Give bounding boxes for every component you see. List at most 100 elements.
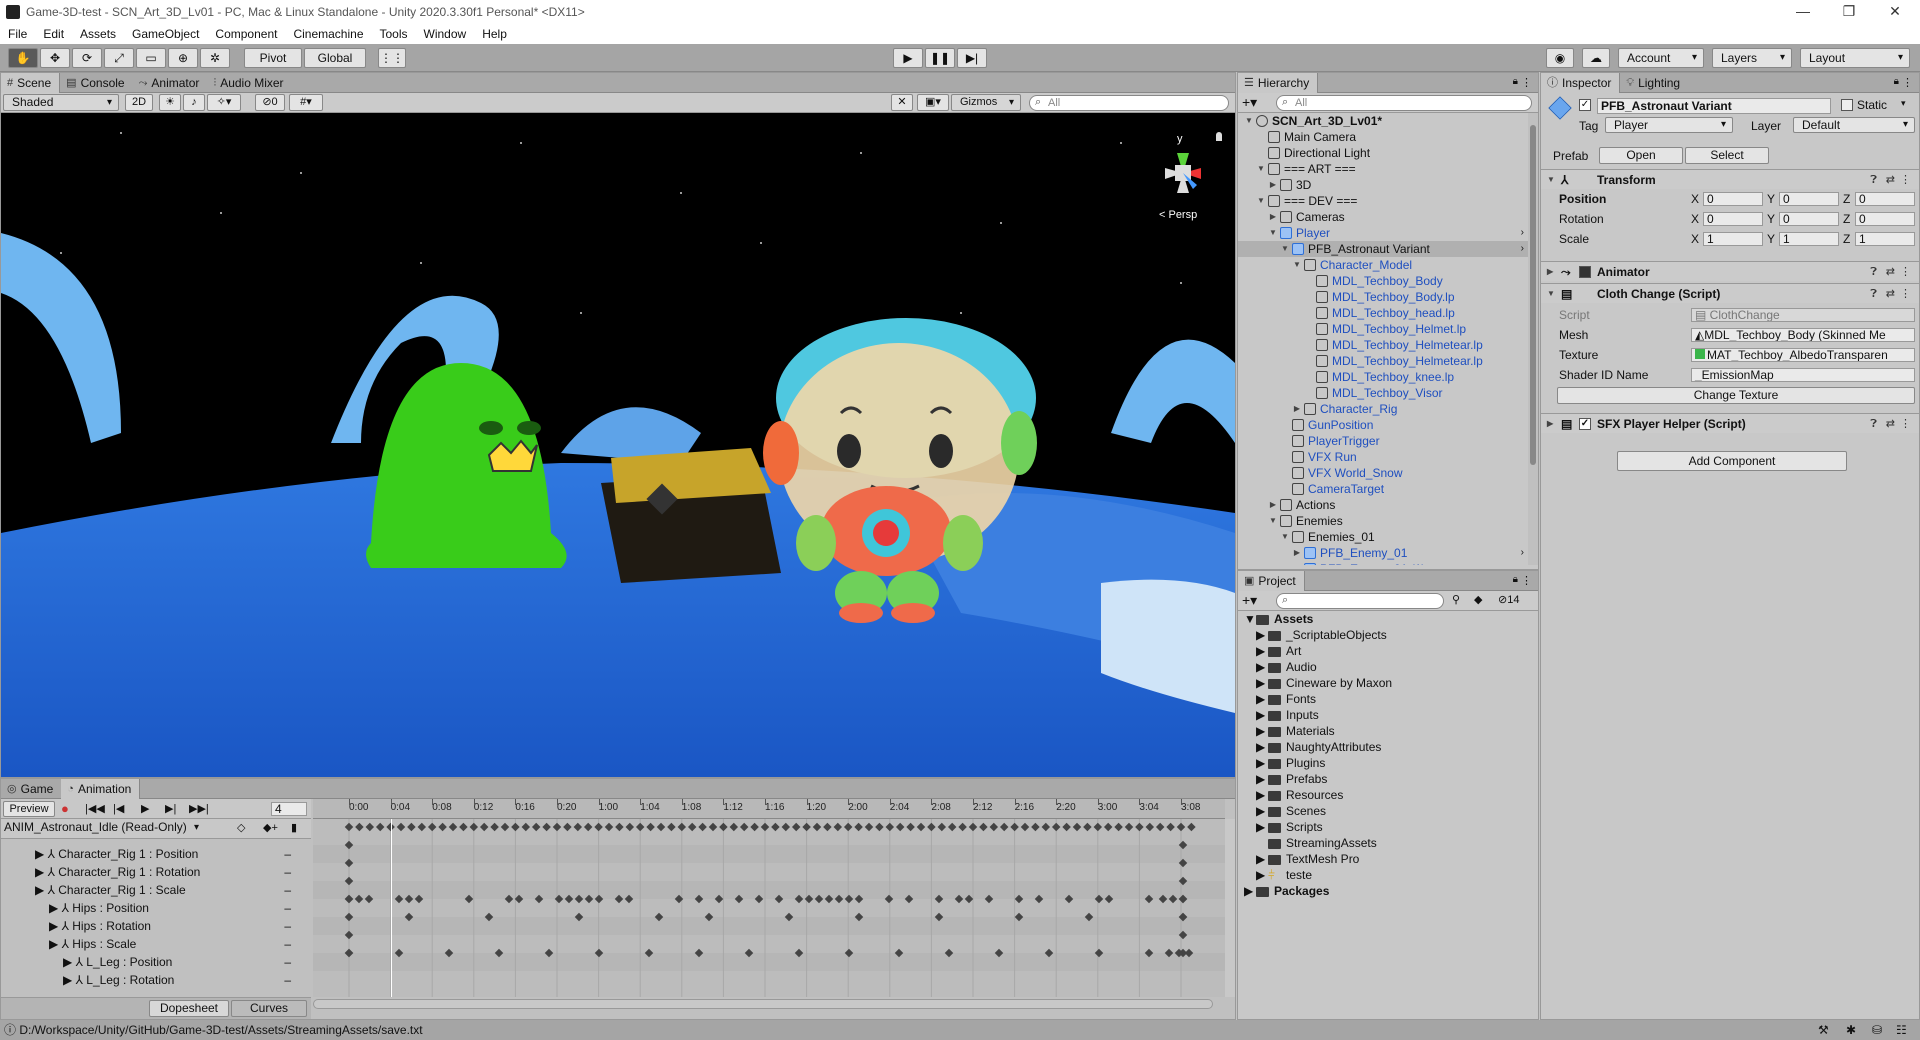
expand-arrow-icon[interactable]: ▶	[1256, 741, 1265, 754]
collapse-arrow-icon[interactable]: ▼	[1268, 225, 1278, 241]
tag-dropdown[interactable]: Player	[1605, 117, 1733, 133]
project-folder[interactable]: ▶ _ScriptableObjects	[1238, 629, 1538, 642]
hidden-packages-icon[interactable]: ⊘14	[1498, 593, 1519, 606]
hierarchy-item[interactable]: GunPosition	[1238, 417, 1528, 433]
tab-animator[interactable]: ⤳ Animator	[133, 73, 208, 93]
help-icon[interactable]: ❓︎	[1870, 170, 1877, 190]
project-folder[interactable]: ▶ Resources	[1238, 789, 1538, 802]
collapse-arrow-icon[interactable]: ▼	[1292, 257, 1302, 273]
grid-snap-icon[interactable]: ⋮⋮	[378, 48, 406, 68]
hierarchy-item[interactable]: ▼ PFB_Astronaut Variant ›	[1238, 241, 1528, 257]
sfx-enabled-checkbox[interactable]: ✓	[1579, 418, 1591, 430]
property-menu-icon[interactable]: –	[284, 935, 291, 953]
project-folder[interactable]: ▶ Audio	[1238, 661, 1538, 674]
project-folder[interactable]: ▶ Cineware by Maxon	[1238, 677, 1538, 690]
transform-tool-icon[interactable]: ⊕	[168, 48, 198, 68]
help-icon[interactable]: ❓︎	[1870, 284, 1877, 304]
hidden-objects-toggle[interactable]: ⊘0	[255, 94, 285, 111]
axis-z-label[interactable]: Z	[1843, 191, 1850, 207]
project-folder[interactable]: StreamingAssets	[1238, 837, 1538, 850]
timeline-ruler[interactable]: 0:00 0:04 0:08 0:12 0:16 0:20 1:00 1:04 1:08 1:12…	[313, 799, 1225, 819]
account-dropdown[interactable]: Account	[1618, 48, 1704, 68]
property-row[interactable]: ▶ ⅄ Character_Rig 1 : Scale –	[1, 881, 301, 899]
expand-arrow-icon[interactable]: ▶	[1256, 805, 1265, 818]
hierarchy-item[interactable]: Main Camera	[1238, 129, 1528, 145]
hierarchy-item[interactable]: MDL_Techboy_Body	[1238, 273, 1528, 289]
hierarchy-item[interactable]: PlayerTrigger	[1238, 433, 1528, 449]
component-menu-icon[interactable]: ⋮	[1900, 414, 1911, 434]
lock-icon[interactable]: 🔒︎	[1513, 76, 1518, 87]
hierarchy-item[interactable]: ▼ === ART ===	[1238, 161, 1528, 177]
expand-arrow-icon[interactable]: ▶	[1256, 773, 1265, 786]
axis-y-label[interactable]: Y	[1767, 231, 1775, 247]
expand-arrow-icon[interactable]: ▶	[1547, 262, 1553, 282]
active-checkbox[interactable]: ✓	[1579, 99, 1591, 111]
transform-x-field[interactable]: 1	[1703, 232, 1763, 246]
expand-arrow-icon[interactable]: ▶	[35, 883, 44, 897]
expand-arrow-icon[interactable]: ▶	[1256, 693, 1265, 706]
panel-menu-icon[interactable]: ⋮	[1902, 76, 1913, 89]
menu-edit[interactable]: Edit	[35, 27, 72, 41]
hierarchy-item[interactable]: VFX Run	[1238, 449, 1528, 465]
project-folder[interactable]: ▶ Art	[1238, 645, 1538, 658]
component-menu-icon[interactable]: ⋮	[1900, 170, 1911, 190]
prefab-open-button[interactable]: Open	[1599, 147, 1683, 164]
collapse-arrow-icon[interactable]: ▼	[1244, 613, 1256, 626]
event-marker-icon[interactable]: ▮	[291, 821, 297, 834]
animator-header[interactable]: ▶ ⤳ Animator ❓︎ ⇄ ⋮	[1541, 261, 1919, 281]
record-icon[interactable]: ●	[61, 801, 69, 816]
mesh-field[interactable]: ◭MDL_Techboy_Body (Skinned Me	[1691, 328, 1915, 342]
filter-label-icon[interactable]: ◆	[1474, 593, 1482, 606]
clip-dropdown[interactable]: ANIM_Astronaut_Idle (Read-Only)	[1, 820, 205, 837]
transform-header[interactable]: ▼ ⅄ Transform ❓︎ ⇄ ⋮	[1541, 169, 1919, 189]
audio-toggle-icon[interactable]: ♪	[183, 94, 205, 111]
play-anim-icon[interactable]: ▶	[141, 802, 149, 815]
grid-dropdown-icon[interactable]: #▾	[289, 94, 323, 111]
add-component-button[interactable]: Add Component	[1617, 451, 1847, 471]
component-menu-icon[interactable]: ⋮	[1900, 284, 1911, 304]
property-row[interactable]: ▶ ⅄ Character_Rig 1 : Position –	[1, 845, 301, 863]
project-folder[interactable]: ▶ Inputs	[1238, 709, 1538, 722]
rotate-tool-icon[interactable]: ⟳	[72, 48, 102, 68]
hierarchy-item[interactable]: Directional Light	[1238, 145, 1528, 161]
tab-audio-mixer[interactable]: ⫶ Audio Mixer	[207, 73, 291, 93]
property-row[interactable]: ▶ ⅄ Hips : Position –	[1, 899, 301, 917]
object-name-field[interactable]: PFB_Astronaut Variant	[1597, 98, 1831, 114]
project-folder[interactable]: ▶ ⫩ teste	[1238, 869, 1538, 882]
transform-z-field[interactable]: 0	[1855, 192, 1915, 206]
close-button[interactable]: ✕	[1872, 0, 1918, 24]
curves-button[interactable]: Curves	[231, 1000, 307, 1017]
panel-menu-icon[interactable]: ⋮	[1521, 574, 1532, 587]
expand-arrow-icon[interactable]: ▶	[1292, 401, 1302, 417]
hierarchy-item[interactable]: ▼ Enemies_01	[1238, 529, 1528, 545]
menu-assets[interactable]: Assets	[72, 27, 124, 41]
dopesheet-button[interactable]: Dopesheet	[149, 1000, 229, 1017]
transform-x-field[interactable]: 0	[1703, 192, 1763, 206]
project-folder[interactable]: ▶ Plugins	[1238, 757, 1538, 770]
static-dropdown-icon[interactable]: ▾	[1901, 98, 1906, 109]
transform-y-field[interactable]: 0	[1779, 212, 1839, 226]
hierarchy-scrollbar[interactable]	[1528, 113, 1538, 565]
texture-field[interactable]: MAT_Techboy_AlbedoTransparen	[1691, 348, 1915, 362]
project-folder[interactable]: ▶ Scripts	[1238, 821, 1538, 834]
expand-arrow-icon[interactable]: ▶	[1547, 414, 1553, 434]
camera-dropdown-icon[interactable]: ▣▾	[917, 94, 949, 111]
open-prefab-icon[interactable]: ›	[1521, 225, 1524, 241]
collab-icon[interactable]: ◉	[1546, 48, 1574, 68]
gizmos-dropdown[interactable]: Gizmos	[951, 94, 1021, 111]
axis-y-label[interactable]: Y	[1767, 191, 1775, 207]
playhead[interactable]	[391, 819, 392, 997]
create-plus-icon[interactable]: +▾	[1242, 94, 1257, 111]
project-root-assets[interactable]: ▼ Assets	[1238, 613, 1538, 626]
axis-y-label[interactable]: Y	[1767, 211, 1775, 227]
collapse-arrow-icon[interactable]: ▼	[1256, 193, 1266, 209]
hierarchy-item[interactable]: MDL_Techboy_Helmetear.lp	[1238, 353, 1528, 369]
cloth-change-header[interactable]: ▼ ▤ Cloth Change (Script) ❓︎ ⇄ ⋮	[1541, 283, 1919, 303]
first-key-icon[interactable]: |◀◀	[85, 802, 105, 815]
expand-arrow-icon[interactable]: ▶	[1256, 789, 1265, 802]
expand-arrow-icon[interactable]: ▶	[1256, 709, 1265, 722]
menu-help[interactable]: Help	[474, 27, 515, 41]
menu-gameobject[interactable]: GameObject	[124, 27, 207, 41]
expand-arrow-icon[interactable]: ▶	[1256, 661, 1265, 674]
hierarchy-item[interactable]: MDL_Techboy_knee.lp	[1238, 369, 1528, 385]
